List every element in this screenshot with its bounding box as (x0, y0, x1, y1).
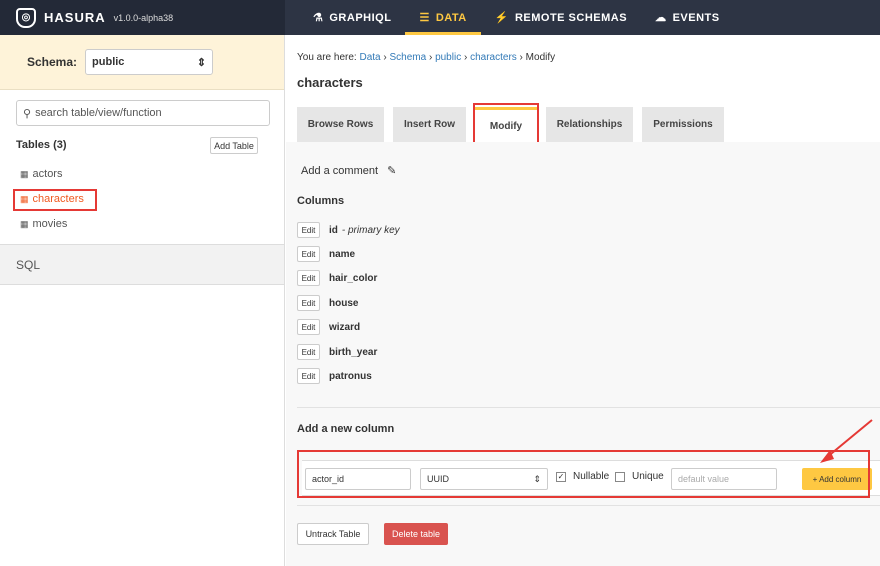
tab-permissions[interactable]: Permissions (642, 107, 724, 142)
database-icon: ☰ (419, 12, 430, 24)
breadcrumb: You are here: Data › Schema › public › c… (297, 52, 556, 63)
highlight-box (13, 189, 97, 211)
sidebar-item-actors[interactable]: ▦ actors (20, 168, 62, 180)
column-note: - primary key (341, 224, 400, 236)
edit-column-button[interactable]: Edit (297, 222, 320, 238)
sidebar: Schema: public ⇕ ⚲ search table/view/fun… (0, 35, 285, 566)
columns-heading: Columns (297, 195, 345, 207)
edit-column-button[interactable]: Edit (297, 270, 320, 286)
column-row: Edit wizard (297, 319, 360, 335)
column-row: Edit hair_color (297, 270, 377, 286)
column-row: Edit patronus (297, 368, 372, 384)
nav-label: GRAPHIQL (329, 11, 392, 24)
breadcrumb-characters[interactable]: characters (470, 52, 517, 63)
breadcrumb-prefix: You are here: (297, 52, 357, 63)
plug-icon: ⚡ (494, 12, 509, 24)
tables-heading: Tables (3) (16, 139, 67, 151)
untrack-table-button[interactable]: Untrack Table (297, 523, 369, 545)
highlight-box (297, 450, 870, 498)
comment-label: Add a comment (301, 165, 379, 177)
top-navbar: ◎ HASURA v1.0.0-alpha38 ⚗ GRAPHIQL ☰ DAT… (0, 0, 880, 35)
breadcrumb-public[interactable]: public (435, 52, 461, 63)
nav-events[interactable]: ☁ EVENTS (641, 0, 734, 35)
tab-relationships[interactable]: Relationships (546, 107, 633, 142)
schema-value: public (92, 56, 125, 68)
main-nav: ⚗ GRAPHIQL ☰ DATA ⚡ REMOTE SCHEMAS ☁ EVE… (285, 0, 734, 35)
search-input[interactable]: ⚲ search table/view/function (16, 100, 270, 126)
column-name: patronus (329, 370, 372, 382)
breadcrumb-schema[interactable]: Schema (389, 52, 426, 63)
column-row: Edit birth_year (297, 344, 377, 360)
nav-graphiql[interactable]: ⚗ GRAPHIQL (299, 0, 405, 35)
delete-table-button[interactable]: Delete table (384, 523, 448, 545)
edit-column-button[interactable]: Edit (297, 246, 320, 262)
main-panel: You are here: Data › Schema › public › c… (286, 35, 880, 566)
nav-data[interactable]: ☰ DATA (405, 0, 481, 35)
column-name: birth_year (329, 346, 378, 358)
modify-content: Add a comment ✎ Columns Edit id - primar… (286, 142, 880, 566)
column-name: id (329, 224, 338, 236)
nav-label: DATA (435, 11, 467, 24)
nav-remote-schemas[interactable]: ⚡ REMOTE SCHEMAS (481, 0, 641, 35)
tab-browse-rows[interactable]: Browse Rows (297, 107, 384, 142)
divider (297, 505, 880, 506)
nav-label: REMOTE SCHEMAS (514, 11, 628, 24)
breadcrumb-data[interactable]: Data (359, 52, 380, 63)
table-label: actors (32, 168, 63, 180)
column-row: Edit id - primary key (297, 222, 400, 238)
table-icon: ▦ (20, 168, 29, 179)
add-column-heading: Add a new column (297, 423, 395, 435)
column-name: house (329, 297, 359, 309)
divider (297, 407, 880, 408)
search-placeholder: search table/view/function (35, 107, 162, 119)
edit-pencil-icon[interactable]: ✎ (387, 165, 396, 177)
column-row: Edit house (297, 295, 358, 311)
table-icon: ▦ (20, 218, 29, 229)
sidebar-item-movies[interactable]: ▦ movies (20, 218, 67, 230)
highlight-box (473, 103, 539, 147)
brand[interactable]: ◎ HASURA v1.0.0-alpha38 (0, 0, 285, 35)
column-row: Edit name (297, 246, 355, 262)
cloud-icon: ☁ (655, 12, 667, 24)
schema-select[interactable]: public ⇕ (85, 49, 214, 75)
edit-column-button[interactable]: Edit (297, 295, 320, 311)
brand-name: HASURA (44, 10, 106, 25)
select-arrows-icon: ⇕ (196, 56, 207, 69)
sidebar-item-sql[interactable]: SQL (0, 244, 284, 285)
column-name: name (329, 248, 356, 260)
search-icon: ⚲ (23, 107, 32, 120)
edit-column-button[interactable]: Edit (297, 319, 320, 335)
edit-column-button[interactable]: Edit (297, 368, 320, 384)
page-title: characters (297, 75, 363, 90)
schema-selector-panel: Schema: public ⇕ (0, 35, 284, 90)
schema-label: Schema: (27, 55, 78, 69)
add-comment[interactable]: Add a comment ✎ (301, 164, 396, 177)
column-name: hair_color (329, 272, 378, 284)
flask-icon: ⚗ (313, 12, 324, 24)
column-name: wizard (329, 321, 361, 333)
table-label: movies (32, 218, 68, 230)
version-label: v1.0.0-alpha38 (113, 12, 174, 23)
nav-label: EVENTS (672, 11, 720, 24)
breadcrumb-current: Modify (525, 52, 556, 63)
edit-column-button[interactable]: Edit (297, 344, 320, 360)
hasura-logo-icon: ◎ (16, 7, 36, 28)
add-table-button[interactable]: Add Table (210, 137, 258, 154)
tab-insert-row[interactable]: Insert Row (393, 107, 466, 142)
